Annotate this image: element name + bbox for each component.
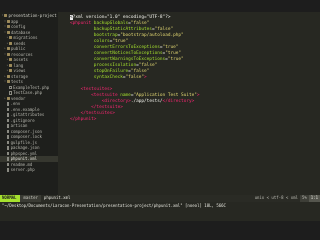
vim-window: ▾ presentation-project ▾ app ▾ config ▾ databas… — [0, 12, 320, 221]
code-line[interactable]: </phpunit> — [70, 117, 320, 123]
file-icon — [6, 135, 10, 139]
folder-icon — [6, 74, 10, 78]
file-tree-sidebar[interactable]: ▾ presentation-project ▾ app ▾ config ▾ databas… — [0, 12, 58, 195]
status-right-section: unix < utf-8 < xml 5% 1:1 — [253, 195, 320, 202]
file-icon — [9, 85, 12, 89]
folder-icon — [6, 25, 10, 29]
folder-item[interactable]: ▾ presentation-project — [0, 13, 58, 19]
code-token: convertNoticesToExceptions — [70, 51, 163, 56]
code-token: <testsuites> — [70, 87, 113, 92]
code-token: convertErrorsToExceptions — [70, 45, 160, 50]
code-token: "true" — [165, 51, 182, 56]
code-token: "false" — [130, 21, 150, 26]
code-token: ?> — [165, 15, 171, 20]
letterbox-bottom — [0, 221, 320, 240]
folder-icon — [6, 96, 10, 100]
scroll-percent: 5% — [299, 195, 309, 202]
status-filename: phpunit.xml — [43, 195, 71, 200]
file-icon — [6, 129, 10, 133]
folder-icon — [9, 63, 12, 67]
status-bar: NORMAL master phpunit.xml unix < utf-8 <… — [0, 195, 320, 202]
code-lines[interactable]: <?xml version="1.0" encoding="UTF-8"?> <p… — [70, 15, 320, 123]
code-token: "bootstrap/autoload.php" — [120, 33, 184, 38]
code-token: > — [196, 93, 200, 98]
code-token: "false" — [138, 63, 158, 68]
code-token: <phpunit — [70, 21, 92, 26]
file-item[interactable]: server.php — [0, 167, 58, 173]
file-icon — [6, 140, 10, 144]
code-token: </testsuite> — [70, 105, 123, 110]
file-icon — [6, 124, 10, 128]
code-token: "true" — [112, 39, 129, 44]
code-token: "false" — [125, 75, 145, 80]
code-token: <directory> — [70, 99, 131, 104]
file-icon — [6, 113, 10, 117]
code-token: syntaxCheck — [70, 75, 123, 80]
folder-icon — [6, 47, 10, 51]
file-icon — [6, 168, 10, 172]
code-token: bootstrap — [70, 33, 118, 38]
file-icon — [6, 151, 10, 155]
tree-item-label: server.php — [10, 167, 35, 172]
folder-icon — [9, 58, 12, 62]
mode-indicator: NORMAL — [0, 195, 21, 202]
folder-icon — [6, 30, 10, 34]
code-token: xml version="1.0" encoding="UTF-8" — [75, 15, 166, 20]
file-icon — [6, 118, 10, 122]
code-token: "false" — [154, 27, 174, 32]
file-icon — [6, 107, 10, 111]
code-token: > — [144, 75, 147, 80]
letterbox-top — [0, 0, 320, 12]
folder-icon — [6, 19, 10, 23]
code-token: convertWarningsToExceptions — [70, 57, 166, 62]
file-icon — [6, 162, 10, 166]
git-branch: master — [20, 195, 41, 202]
code-token: </directory> — [162, 99, 195, 104]
code-token: colors — [70, 39, 110, 44]
code-token: processIsolation — [70, 63, 137, 68]
file-encoding: unix < utf-8 < xml — [254, 195, 298, 200]
folder-icon — [4, 14, 7, 18]
file-icon — [6, 146, 10, 150]
folder-icon — [6, 52, 10, 56]
code-token: ./app/tests/ — [130, 99, 163, 104]
code-token: "false" — [130, 69, 150, 74]
code-token: <testsuite — [70, 93, 118, 98]
code-token: backupStaticAttributes — [70, 27, 152, 32]
folder-icon — [9, 41, 12, 45]
code-token: stopOnFailure — [70, 69, 129, 74]
file-icon — [6, 157, 10, 161]
code-token: backupGlobals — [91, 21, 129, 26]
code-token: "true" — [167, 57, 184, 62]
folder-icon — [6, 80, 10, 84]
code-token: name — [117, 93, 131, 98]
file-icon — [9, 91, 12, 95]
code-token: "true" — [162, 45, 179, 50]
cursor-position: 1:1 — [308, 195, 320, 202]
editor-gutter — [58, 12, 66, 195]
code-token: </phpunit> — [70, 117, 97, 122]
file-icon — [6, 102, 10, 106]
code-token: "Application Test Suite" — [133, 93, 197, 98]
folder-icon — [9, 36, 12, 40]
code-editor[interactable]: <?xml version="1.0" encoding="UTF-8"?> <p… — [58, 12, 320, 195]
command-line[interactable]: "~/Desktop/Documents/Laracon-Presentatio… — [0, 202, 320, 209]
code-token: </testsuites> — [70, 111, 115, 116]
folder-icon — [9, 69, 12, 73]
